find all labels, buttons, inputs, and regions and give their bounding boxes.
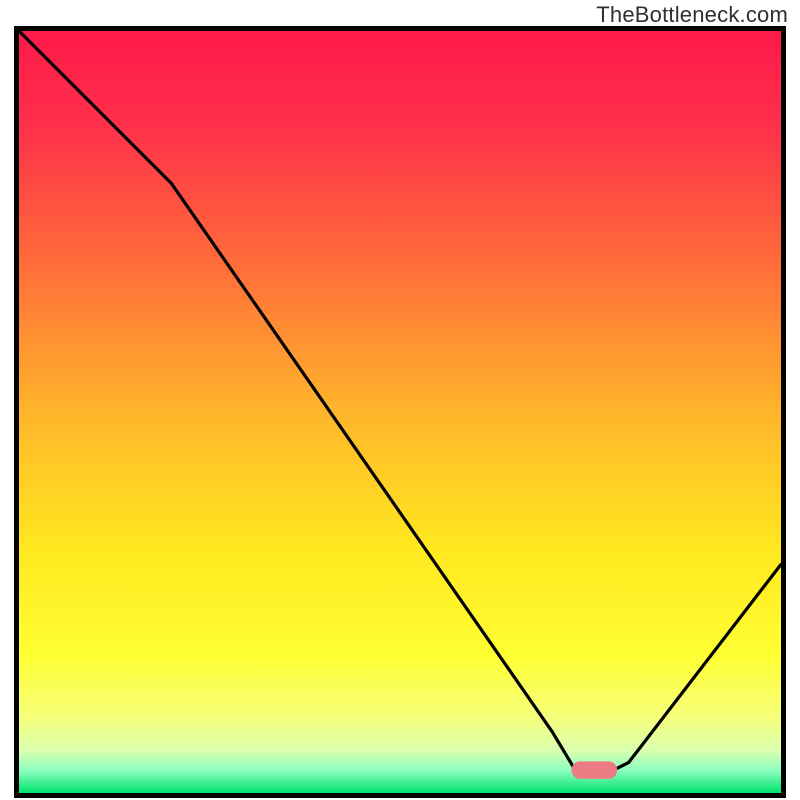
plot-area: [19, 31, 781, 793]
chart-container: TheBottleneck.com: [0, 0, 800, 800]
watermark-text: TheBottleneck.com: [596, 2, 788, 28]
chart-svg: [19, 31, 781, 793]
optimal-range-marker: [571, 761, 617, 779]
plot-frame: [14, 26, 786, 798]
